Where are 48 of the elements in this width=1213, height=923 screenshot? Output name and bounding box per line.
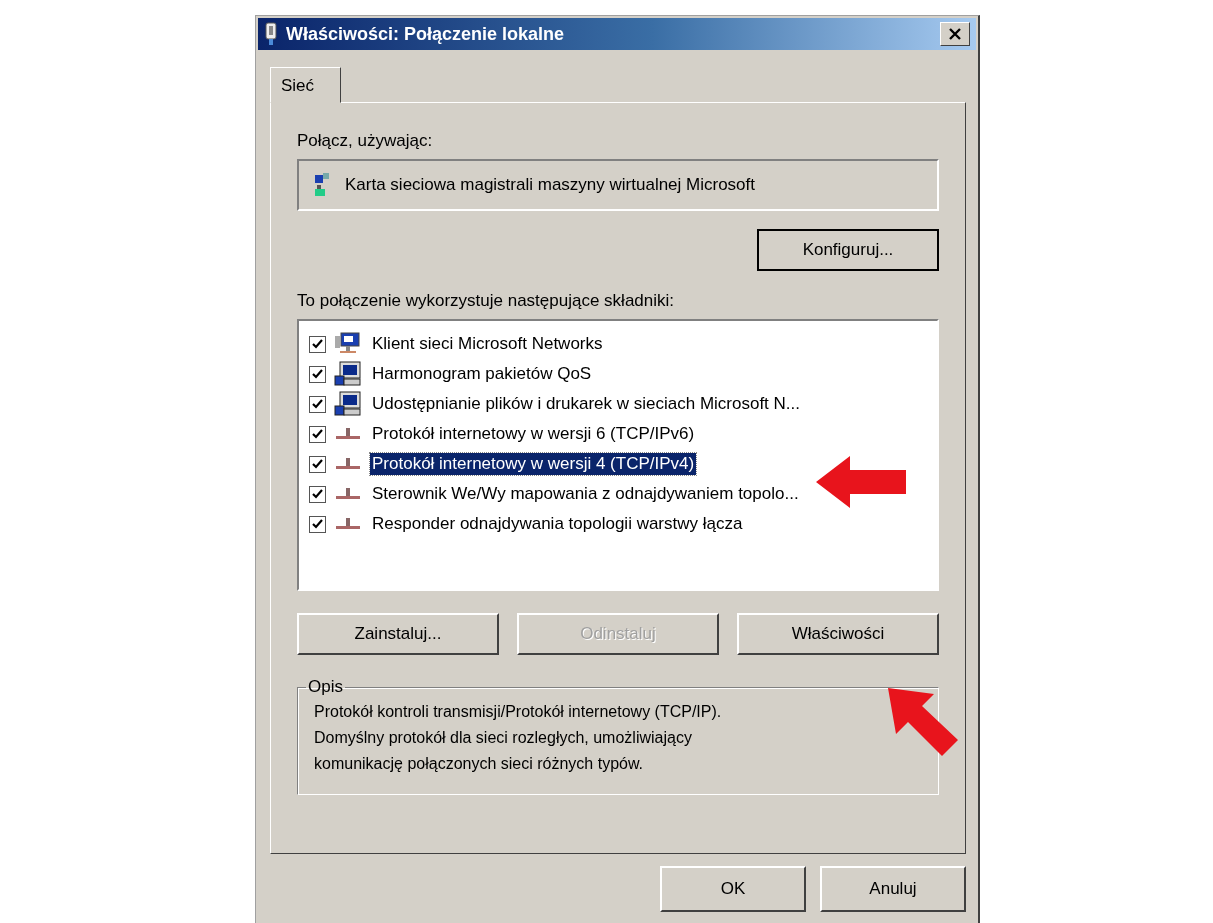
- checkbox[interactable]: [309, 365, 326, 383]
- network-protocol-icon: [334, 457, 362, 471]
- arrow-icon: [816, 456, 906, 508]
- checkbox[interactable]: [309, 335, 326, 353]
- close-icon: [948, 27, 962, 41]
- dialog-button[interactable]: OK: [660, 866, 806, 912]
- dialog-button[interactable]: Anuluj: [820, 866, 966, 912]
- network-adapter-icon: [313, 173, 331, 197]
- network-protocol-icon: [334, 487, 362, 501]
- tab[interactable]: Sieć: [270, 67, 342, 103]
- check-icon: [312, 339, 323, 349]
- checkbox[interactable]: [309, 485, 326, 503]
- network-protocol-icon: [334, 427, 362, 441]
- description-line: komunikację połączonych sieci różnych typów.: [314, 754, 644, 774]
- check-icon: [312, 429, 323, 439]
- window-title: Właściwości: Połączenie lokalne: [286, 23, 566, 45]
- checkbox[interactable]: [309, 395, 326, 413]
- component-button[interactable]: Zainstaluj...: [297, 613, 499, 655]
- check-icon: [312, 369, 323, 379]
- components-label: To połączenie wykorzystuje następujące składniki:: [297, 291, 676, 311]
- computer-icon: [334, 361, 362, 387]
- close-button[interactable]: [940, 22, 970, 46]
- list-item[interactable]: Protokół internetowy w wersji 4 (TCP/IPv4): [370, 453, 697, 475]
- adapter-name: Karta sieciowa magistrali maszyny wirtualnej Microsoft: [345, 175, 756, 195]
- component-button[interactable]: Właściwości: [737, 613, 939, 655]
- list-item[interactable]: Klient sieci Microsoft Networks: [370, 333, 605, 355]
- check-icon: [312, 489, 323, 499]
- checkbox[interactable]: [309, 455, 326, 473]
- description-line: Protokół kontroli transmisji/Protokół internetowy (TCP/IP).: [314, 702, 722, 722]
- check-icon: [312, 459, 323, 469]
- list-item[interactable]: Sterownik We/Wy mapowania z odnajdywaniem topolo...: [370, 483, 801, 505]
- group-title: Opis: [307, 677, 344, 697]
- list-item[interactable]: Harmonogram pakietów QoS: [370, 363, 594, 385]
- check-icon: [312, 399, 323, 409]
- list-item[interactable]: Protokół internetowy w wersji 6 (TCP/IPv6): [370, 423, 697, 445]
- arrow-icon: [888, 688, 958, 758]
- checkbox[interactable]: [309, 425, 326, 443]
- list-item[interactable]: Udostępnianie plików i drukarek w sieciach Microsoft N...: [370, 393, 802, 415]
- network-adapter-icon: [264, 22, 278, 46]
- list-item[interactable]: Responder odnajdywania topologii warstwy łącza: [370, 513, 745, 535]
- description-line: Domyślny protokół dla sieci rozległych, umożliwiający: [314, 728, 692, 748]
- network-client-icon: [334, 332, 362, 356]
- check-icon: [312, 519, 323, 529]
- computer-icon: [334, 391, 362, 417]
- connect-using-label: Połącz, używając:: [297, 131, 434, 151]
- network-protocol-icon: [334, 517, 362, 531]
- configure-button[interactable]: Konfiguruj...: [757, 229, 939, 271]
- checkbox[interactable]: [309, 515, 326, 533]
